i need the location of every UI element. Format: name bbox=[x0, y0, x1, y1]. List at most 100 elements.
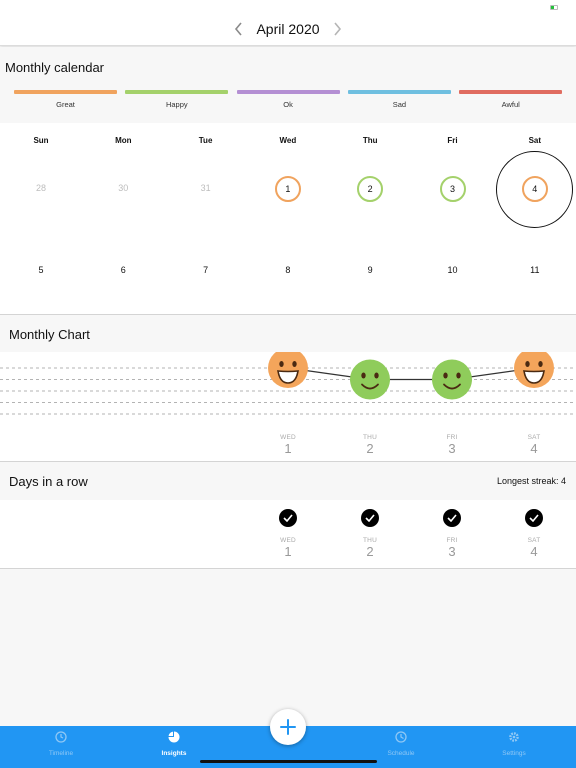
tab-settings[interactable]: Settings bbox=[459, 730, 569, 757]
calendar-day[interactable]: 6 bbox=[82, 265, 164, 275]
mood-legend: Great Happy Ok Sad Awful bbox=[0, 90, 576, 112]
calendar-day[interactable]: 4 bbox=[521, 176, 548, 202]
legend-color-bar bbox=[125, 90, 229, 94]
streak-row: WED 1 THU 2 FRI 3 SAT 4 bbox=[0, 500, 576, 569]
chart-x-label: THU 2 bbox=[340, 434, 400, 456]
legend-label: Ok bbox=[283, 100, 293, 109]
streak-title: Days in a row bbox=[9, 474, 88, 489]
weekday-header: Fri bbox=[447, 136, 458, 145]
legend-item-happy: Happy bbox=[125, 90, 229, 109]
chevron-left-icon bbox=[234, 22, 242, 36]
smiling-face-icon bbox=[350, 359, 390, 400]
calendar-day[interactable]: 3 bbox=[439, 176, 466, 202]
timeline-icon bbox=[55, 730, 67, 748]
streak-day-label: THU 2 bbox=[340, 537, 400, 559]
weekday-header: Sat bbox=[528, 136, 542, 145]
x-label-day: 4 bbox=[530, 441, 538, 456]
calendar-section-head: Monthly calendar Great Happy Ok Sad Awful bbox=[0, 47, 576, 123]
chart-title: Monthly Chart bbox=[9, 327, 90, 342]
legend-color-bar bbox=[347, 90, 451, 94]
calendar-day[interactable]: 10 bbox=[412, 265, 494, 275]
chart-x-label: FRI 3 bbox=[422, 434, 482, 456]
legend-label: Great bbox=[56, 100, 75, 109]
tab-timeline[interactable]: Timeline bbox=[6, 730, 116, 757]
month-navigator: April 2020 bbox=[0, 18, 576, 40]
app-header: April 2020 bbox=[0, 0, 576, 46]
weekday-header: Thu bbox=[362, 136, 378, 145]
calendar-day[interactable]: 1 bbox=[274, 176, 301, 202]
calendar-grid: Sun Mon Tue Wed Thu Fri Sat 28 30 31 1 2 3 4 5 6 7 8 9 10 11 bbox=[0, 123, 576, 315]
legend-label: Happy bbox=[165, 100, 188, 109]
x-label-day: 3 bbox=[448, 441, 456, 456]
chart-section-head: Monthly Chart bbox=[0, 316, 576, 352]
calendar-day[interactable]: 2 bbox=[357, 176, 384, 202]
streak-weekday: FRI bbox=[446, 537, 458, 544]
x-label-weekday: FRI bbox=[446, 434, 458, 441]
plus-icon bbox=[280, 719, 296, 735]
add-entry-button[interactable] bbox=[270, 709, 306, 745]
tab-label: Settings bbox=[502, 750, 526, 757]
calendar-day[interactable]: 31 bbox=[165, 183, 247, 193]
check-icon bbox=[361, 509, 379, 527]
x-label-weekday: THU bbox=[363, 434, 377, 441]
streak-day: 1 bbox=[284, 544, 292, 559]
calendar-day[interactable]: 11 bbox=[494, 265, 576, 275]
calendar-day[interactable]: 8 bbox=[247, 265, 329, 275]
legend-label: Awful bbox=[501, 100, 520, 109]
legend-label: Sad bbox=[392, 100, 407, 109]
next-month-button[interactable] bbox=[330, 19, 346, 39]
tab-insights[interactable]: Insights bbox=[119, 730, 229, 757]
weekday-header: Tue bbox=[198, 136, 213, 145]
weekday-header: Mon bbox=[115, 136, 132, 145]
streak-section-head: Days in a row Longest streak: 4 bbox=[0, 463, 576, 500]
check-icon bbox=[279, 509, 297, 527]
chart-canvas bbox=[0, 352, 576, 415]
tab-schedule[interactable]: Schedule bbox=[346, 730, 456, 757]
calendar-day[interactable]: 5 bbox=[0, 265, 82, 275]
chevron-right-icon bbox=[334, 22, 342, 36]
tab-label: Schedule bbox=[387, 750, 415, 757]
legend-item-awful: Awful bbox=[459, 90, 563, 109]
chart-x-label: SAT 4 bbox=[504, 434, 564, 456]
legend-item-great: Great bbox=[14, 90, 117, 109]
battery-icon bbox=[550, 5, 558, 10]
x-label-weekday: WED bbox=[280, 434, 296, 441]
legend-item-sad: Sad bbox=[347, 90, 451, 109]
streak-day-label: FRI 3 bbox=[422, 537, 482, 559]
calendar-day[interactable]: 9 bbox=[329, 265, 411, 275]
weekday-header: Wed bbox=[279, 136, 297, 145]
calendar-day[interactable]: 7 bbox=[165, 265, 247, 275]
streak-day: 3 bbox=[448, 544, 456, 559]
legend-color-bar bbox=[459, 90, 563, 94]
weekday-header: Sun bbox=[33, 136, 49, 145]
streak-day-label: SAT 4 bbox=[504, 537, 564, 559]
grinning-face-icon bbox=[514, 352, 554, 388]
check-icon bbox=[525, 509, 543, 527]
tab-label: Insights bbox=[161, 750, 187, 757]
streak-weekday: THU bbox=[363, 537, 377, 544]
smiling-face-icon bbox=[432, 359, 472, 400]
streak-day-label: WED 1 bbox=[258, 537, 318, 559]
calendar-day[interactable]: 28 bbox=[0, 183, 82, 193]
chart-series-line bbox=[287, 367, 535, 381]
streak-day: 4 bbox=[530, 544, 538, 559]
x-label-day: 1 bbox=[284, 441, 292, 456]
longest-streak-label: Longest streak: 4 bbox=[496, 476, 566, 486]
clock-icon bbox=[395, 730, 407, 748]
home-indicator bbox=[200, 760, 377, 763]
prev-month-button[interactable] bbox=[230, 19, 246, 39]
monthly-chart: WED 1 THU 2 FRI 3 SAT 4 bbox=[0, 352, 576, 462]
chart-x-label: WED 1 bbox=[258, 434, 318, 456]
legend-color-bar bbox=[236, 90, 340, 94]
check-icon bbox=[443, 509, 461, 527]
tab-label: Timeline bbox=[48, 750, 74, 757]
streak-weekday: WED bbox=[280, 537, 296, 544]
calendar-title: Monthly calendar bbox=[5, 60, 104, 75]
streak-day: 2 bbox=[366, 544, 374, 559]
month-title: April 2020 bbox=[256, 21, 320, 37]
legend-color-bar bbox=[14, 90, 117, 94]
x-label-weekday: SAT bbox=[527, 434, 541, 441]
grinning-face-icon bbox=[268, 352, 308, 388]
calendar-day[interactable]: 30 bbox=[82, 183, 164, 193]
pie-chart-icon bbox=[168, 730, 180, 748]
